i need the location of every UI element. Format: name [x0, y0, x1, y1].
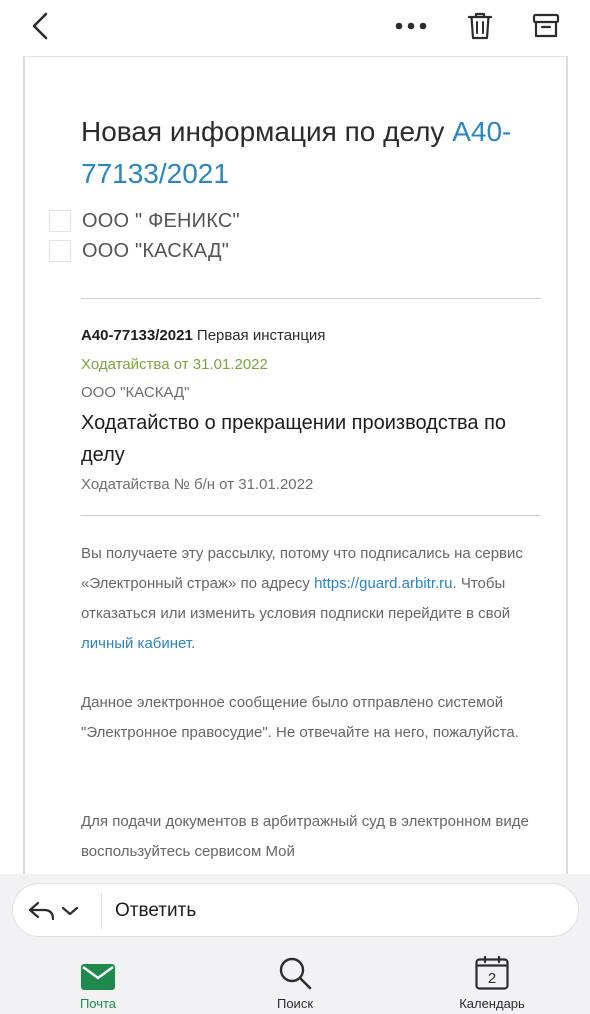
- party-name: ООО "КАСКАД": [82, 239, 230, 262]
- auto-message-notice: Данное электронное сообщение было отправ…: [81, 694, 519, 741]
- more-button[interactable]: [388, 6, 434, 46]
- party-item: ООО "КАСКАД": [49, 239, 229, 263]
- reply-icon: [28, 901, 55, 921]
- organization-name: ООО "КАСКАД": [81, 384, 190, 401]
- petition-date: Ходатайства от 31.01.2022: [81, 356, 268, 373]
- case-line: А40-77133/2021 Первая инстанция: [81, 327, 325, 344]
- tab-mail-label: Почта: [79, 996, 117, 1011]
- document-subtitle: Ходатайства № б/н от 31.01.2022: [81, 476, 314, 493]
- archive-icon: [532, 13, 560, 38]
- subscription-notice: Вы получаете эту рассылку, потому что по…: [81, 539, 546, 659]
- subject-text: Новая информация по делу: [81, 116, 453, 147]
- calendar-day: 2: [488, 970, 496, 987]
- personal-account-link[interactable]: личный кабинет: [81, 635, 191, 652]
- notice-text: .: [191, 635, 196, 652]
- guard-site-link[interactable]: https://guard.arbitr.ru: [314, 575, 452, 592]
- tab-search-label: Поиск: [276, 996, 314, 1011]
- divider: [81, 298, 541, 299]
- tab-search[interactable]: Поиск: [255, 946, 335, 1014]
- bottom-tab-bar: Почта Поиск 2 Календарь: [0, 946, 590, 1014]
- document-title: Ходатайство о прекращении производства п…: [81, 412, 507, 466]
- delete-button[interactable]: [458, 6, 502, 46]
- party-checkbox[interactable]: [49, 240, 71, 262]
- archive-button[interactable]: [524, 6, 568, 46]
- trash-icon: [467, 12, 493, 40]
- filing-notice: Для подачи документов в арбитражный суд …: [81, 813, 529, 860]
- message-subject: Новая информация по делу А40-77133/2021: [81, 111, 551, 195]
- calendar-icon: 2: [475, 956, 509, 990]
- more-horizontal-icon: [395, 22, 427, 30]
- reply-label[interactable]: Ответить: [115, 884, 196, 938]
- tab-calendar-label: Календарь: [459, 996, 525, 1011]
- reply-separator: [101, 893, 102, 929]
- chevron-left-icon: [32, 12, 48, 40]
- party-item: ООО " ФЕНИКС": [49, 209, 240, 233]
- case-number: А40-77133/2021: [81, 327, 193, 344]
- reply-bar: Ответить: [0, 874, 590, 946]
- top-toolbar: [0, 0, 590, 56]
- party-name: ООО " ФЕНИКС": [82, 209, 240, 232]
- tab-calendar[interactable]: 2 Календарь: [442, 946, 542, 1014]
- chevron-down-icon: [61, 906, 79, 916]
- search-icon: [279, 957, 312, 990]
- reply-field[interactable]: Ответить: [12, 883, 579, 937]
- reply-options-button[interactable]: [27, 884, 99, 938]
- message-viewport[interactable]: Новая информация по делу А40-77133/2021 …: [0, 56, 590, 874]
- party-checkbox[interactable]: [49, 210, 71, 232]
- divider: [81, 515, 541, 516]
- mail-icon: [81, 964, 115, 990]
- case-instance: Первая инстанция: [192, 327, 326, 344]
- back-button[interactable]: [20, 6, 60, 46]
- message-body-card: Новая информация по делу А40-77133/2021 …: [23, 56, 568, 874]
- tab-mail[interactable]: Почта: [58, 946, 138, 1014]
